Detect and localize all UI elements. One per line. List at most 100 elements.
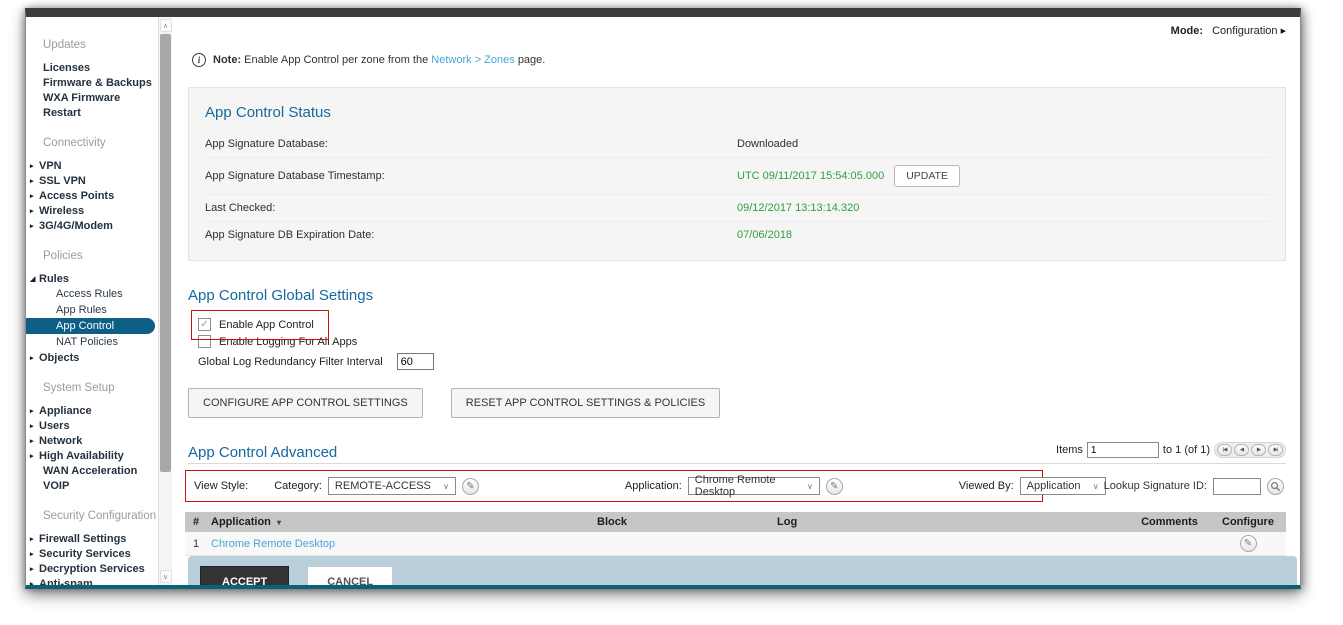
chevron-expanded-icon: ◢ xyxy=(26,275,39,283)
sidebar-item-users[interactable]: ▸Users xyxy=(26,418,158,433)
sidebar-item-nat-policies[interactable]: NAT Policies xyxy=(26,334,158,350)
sidebar-item-security-services[interactable]: ▸Security Services xyxy=(26,546,158,561)
category-select[interactable]: REMOTE-ACCESS ∨ xyxy=(328,477,456,495)
view-style-label: View Style: xyxy=(194,480,248,492)
next-page-icon[interactable]: ▶ xyxy=(1251,444,1266,456)
edit-category-icon[interactable]: ✎ xyxy=(462,478,479,495)
app-control-advanced-header: App Control Advanced Items to 1 (of 1) |… xyxy=(188,442,1286,464)
chevron-down-icon: ∨ xyxy=(1093,482,1099,491)
app-control-table: # Application ▾ Block Log Comments Confi… xyxy=(185,512,1286,556)
column-configure: Configure xyxy=(1212,516,1284,528)
sidebar-section-system-setup: System Setup xyxy=(26,382,158,394)
advanced-title: App Control Advanced xyxy=(188,444,337,461)
sidebar-item-decryption-services[interactable]: ▸Decryption Services xyxy=(26,561,158,576)
mode-arrow-icon[interactable]: ▶ xyxy=(1281,28,1286,35)
viewed-by-select[interactable]: Application ∨ xyxy=(1020,477,1106,495)
sidebar-item-network[interactable]: ▸Network xyxy=(26,433,158,448)
column-application[interactable]: Application ▾ xyxy=(211,516,597,528)
sidebar-item-objects[interactable]: ▸Objects xyxy=(26,350,158,365)
status-value-expiration: 07/06/2018 xyxy=(737,229,792,241)
status-row-database: App Signature Database: Downloaded xyxy=(205,131,1269,157)
sidebar-item-licenses[interactable]: Licenses xyxy=(26,60,158,75)
search-icon[interactable] xyxy=(1267,478,1284,495)
previous-page-icon[interactable]: ◀ xyxy=(1234,444,1249,456)
app-control-status-panel: App Control Status App Signature Databas… xyxy=(188,87,1286,261)
chevron-right-icon: ▸ xyxy=(26,437,39,445)
status-panel-title: App Control Status xyxy=(205,104,1269,121)
lookup-signature-input[interactable] xyxy=(1213,478,1261,495)
network-zones-link[interactable]: Network > Zones xyxy=(431,54,514,66)
global-settings-buttons: CONFIGURE APP CONTROL SETTINGS RESET APP… xyxy=(188,388,1300,418)
column-log: Log xyxy=(777,516,1127,528)
app-window: Updates Licenses Firmware & Backups WXA … xyxy=(25,8,1301,589)
status-value-database: Downloaded xyxy=(737,138,798,150)
chevron-right-icon: ▸ xyxy=(26,177,39,185)
chevron-right-icon: ▸ xyxy=(26,354,39,362)
mode-indicator: Mode: Configuration ▶ xyxy=(172,17,1300,37)
enable-app-control-checkbox[interactable]: ✓ xyxy=(198,318,211,331)
sidebar-item-appliance[interactable]: ▸Appliance xyxy=(26,403,158,418)
sidebar-item-firewall-settings[interactable]: ▸Firewall Settings xyxy=(26,531,158,546)
column-number: # xyxy=(185,516,211,528)
chevron-down-icon: ∨ xyxy=(443,482,449,491)
last-page-icon[interactable]: ▶| xyxy=(1268,444,1283,456)
sidebar-item-wireless[interactable]: ▸Wireless xyxy=(26,203,158,218)
sidebar-item-anti-spam[interactable]: ▸Anti-spam xyxy=(26,576,158,585)
sidebar-item-access-rules[interactable]: Access Rules xyxy=(26,286,158,302)
application-select[interactable]: Chrome Remote Desktop ∨ xyxy=(688,477,820,495)
sidebar-item-app-rules[interactable]: App Rules xyxy=(26,302,158,318)
sidebar-item-wxa-firmware[interactable]: WXA Firmware xyxy=(26,90,158,105)
sidebar-item-restart[interactable]: Restart xyxy=(26,105,158,120)
first-page-icon[interactable]: |◀ xyxy=(1217,444,1232,456)
sidebar-item-voip[interactable]: VOIP xyxy=(26,478,158,493)
chevron-right-icon: ▸ xyxy=(26,550,39,558)
lookup-signature-group: Lookup Signature ID: xyxy=(1104,478,1286,495)
reset-app-control-settings-button[interactable]: RESET APP CONTROL SETTINGS & POLICIES xyxy=(451,388,720,418)
scroll-down-icon[interactable]: ∨ xyxy=(160,570,172,583)
chevron-right-icon: ▸ xyxy=(26,407,39,415)
mode-label: Mode: xyxy=(1171,25,1203,37)
update-button[interactable]: UPDATE xyxy=(894,165,960,187)
configure-app-control-settings-button[interactable]: CONFIGURE APP CONTROL SETTINGS xyxy=(188,388,423,418)
edit-row-icon[interactable]: ✎ xyxy=(1240,535,1257,552)
chevron-right-icon: ▸ xyxy=(26,535,39,543)
lookup-signature-label: Lookup Signature ID: xyxy=(1104,480,1207,492)
chevron-right-icon: ▸ xyxy=(26,207,39,215)
scrollbar-thumb[interactable] xyxy=(160,34,171,472)
chevron-right-icon: ▸ xyxy=(26,452,39,460)
enable-logging-checkbox[interactable] xyxy=(198,335,211,348)
sidebar-item-firmware-backups[interactable]: Firmware & Backups xyxy=(26,75,158,90)
sort-descending-icon: ▾ xyxy=(277,518,281,527)
enable-app-control-row: ✓ Enable App Control xyxy=(198,316,1300,333)
sidebar-item-rules[interactable]: ◢Rules xyxy=(26,271,158,286)
cancel-button[interactable]: CANCEL xyxy=(307,566,393,585)
application-link[interactable]: Chrome Remote Desktop xyxy=(211,538,335,550)
table-header: # Application ▾ Block Log Comments Confi… xyxy=(185,512,1286,532)
log-redundancy-interval-input[interactable] xyxy=(397,353,434,370)
global-settings-checkboxes: ✓ Enable App Control Enable Logging For … xyxy=(188,316,1300,350)
pager: |◀ ◀ ▶ ▶| xyxy=(1214,442,1286,458)
sidebar-item-3g4g-modem[interactable]: ▸3G/4G/Modem xyxy=(26,218,158,233)
chevron-down-icon: ∨ xyxy=(807,482,813,491)
status-value-timestamp: UTC 09/11/2017 15:54:05.000 xyxy=(737,170,884,182)
status-value-last-checked: 09/12/2017 13:13:14.320 xyxy=(737,202,859,214)
scroll-up-icon[interactable]: ∧ xyxy=(160,19,172,32)
sidebar-item-wan-acceleration[interactable]: WAN Acceleration xyxy=(26,463,158,478)
sidebar: Updates Licenses Firmware & Backups WXA … xyxy=(26,17,172,585)
column-comments: Comments xyxy=(1127,516,1212,528)
column-block: Block xyxy=(597,516,777,528)
mode-value[interactable]: Configuration xyxy=(1212,25,1277,37)
sidebar-item-access-points[interactable]: ▸Access Points xyxy=(26,188,158,203)
accept-button[interactable]: ACCEPT xyxy=(200,566,289,585)
sidebar-section-connectivity: Connectivity xyxy=(26,137,158,149)
sidebar-item-vpn[interactable]: ▸VPN xyxy=(26,158,158,173)
sidebar-item-high-availability[interactable]: ▸High Availability xyxy=(26,448,158,463)
edit-application-icon[interactable]: ✎ xyxy=(826,478,843,495)
chevron-right-icon: ▸ xyxy=(26,162,39,170)
note-label: Note: xyxy=(213,54,241,66)
items-input[interactable] xyxy=(1087,442,1159,458)
sidebar-item-app-control[interactable]: App Control xyxy=(26,318,155,334)
sidebar-scrollbar[interactable]: ∧ ∨ xyxy=(158,17,172,585)
sidebar-item-ssl-vpn[interactable]: ▸SSL VPN xyxy=(26,173,158,188)
application-label: Application: xyxy=(625,480,682,492)
